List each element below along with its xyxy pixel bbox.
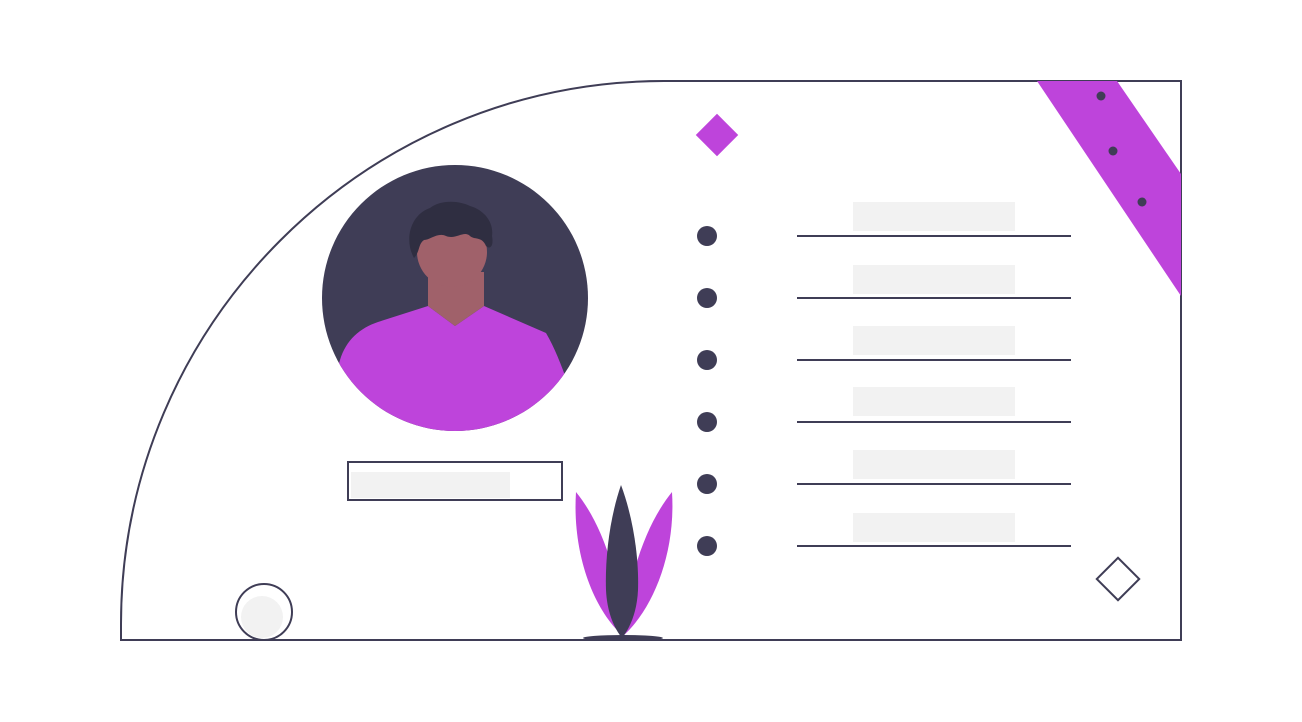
bullet-dot-icon bbox=[697, 536, 717, 556]
leaf-plant-icon bbox=[575, 485, 673, 641]
person-avatar-icon bbox=[322, 165, 588, 431]
list-item-placeholder bbox=[853, 265, 1015, 294]
list-item bbox=[697, 202, 1071, 246]
illustration-canvas bbox=[120, 80, 1182, 641]
bullet-dot-icon bbox=[697, 350, 717, 370]
list-item-placeholder bbox=[853, 387, 1015, 416]
bullet-dot-icon bbox=[697, 288, 717, 308]
diamond-filled-icon bbox=[695, 113, 739, 157]
list-item-placeholder bbox=[853, 326, 1015, 355]
list-item-placeholder bbox=[853, 513, 1015, 542]
ribbon-dot bbox=[1108, 146, 1118, 156]
diamond-outline-icon bbox=[1095, 556, 1141, 602]
list-item bbox=[697, 265, 1071, 308]
list-item bbox=[697, 450, 1071, 494]
list-item-placeholder bbox=[853, 450, 1015, 479]
bullet-dot-icon bbox=[697, 226, 717, 246]
ribbon-dot bbox=[1096, 91, 1106, 101]
bullet-dot-icon bbox=[697, 412, 717, 432]
plant-leaf-center bbox=[605, 485, 639, 638]
list-item bbox=[697, 513, 1071, 556]
corner-ribbon-icon bbox=[1037, 81, 1181, 296]
ribbon-dot bbox=[1137, 197, 1147, 207]
name-field bbox=[347, 461, 563, 501]
info-list bbox=[697, 202, 1071, 556]
bullet-dot-icon bbox=[697, 474, 717, 494]
bubble-circle-icon bbox=[235, 583, 293, 641]
name-field-placeholder bbox=[351, 472, 510, 498]
list-item-placeholder bbox=[853, 202, 1015, 231]
list-item bbox=[697, 387, 1071, 432]
list-item bbox=[697, 326, 1071, 370]
profile-illustration bbox=[0, 0, 1302, 722]
